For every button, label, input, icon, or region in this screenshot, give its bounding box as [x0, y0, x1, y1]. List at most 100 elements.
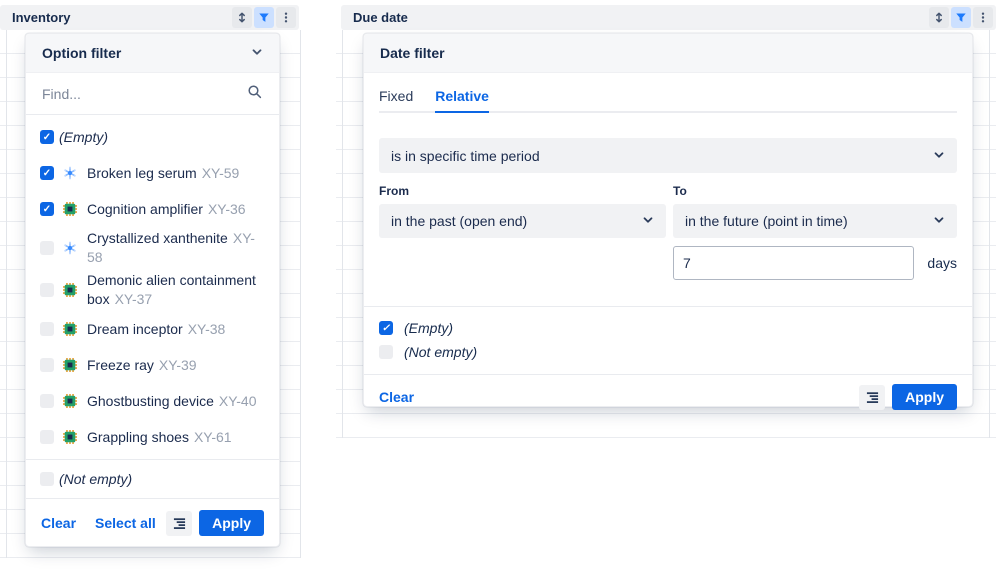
to-label: To	[673, 184, 957, 198]
option-label: Crystallized xanthenite	[87, 230, 228, 246]
filter-button-active[interactable]	[951, 7, 971, 28]
option-checkbox[interactable]	[40, 166, 54, 180]
find-search-row	[26, 73, 279, 115]
inventory-column-header[interactable]: Inventory	[0, 5, 299, 30]
filter-option-row[interactable]: Grappling shoes XY-61	[26, 419, 279, 455]
option-key: XY-36	[208, 201, 246, 217]
not-empty-row[interactable]: (Not empty)	[26, 460, 279, 498]
filter-list-button[interactable]	[859, 385, 885, 410]
option-key: XY-40	[219, 393, 257, 409]
option-key: XY-59	[202, 165, 240, 181]
option-checkbox[interactable]	[40, 394, 54, 408]
grid-column-line	[342, 30, 343, 438]
kebab-menu-icon	[977, 11, 989, 24]
inventory-column-title: Inventory	[12, 10, 71, 25]
option-label: Dream inceptor	[87, 321, 183, 337]
option-label: Cognition amplifier	[87, 201, 203, 217]
option-checkbox[interactable]	[40, 472, 54, 486]
chip-icon	[63, 358, 77, 372]
empty-label: (Empty)	[404, 320, 453, 336]
option-label: (Not empty)	[59, 471, 132, 487]
period-select-value: is in specific time period	[391, 148, 540, 164]
filter-option-row[interactable]: Broken leg serum XY-59	[26, 155, 279, 191]
from-select[interactable]: in the past (open end)	[379, 204, 666, 238]
option-filter-header[interactable]: Option filter	[26, 34, 279, 73]
to-select[interactable]: in the future (point in time)	[673, 204, 957, 238]
chevron-down-icon	[642, 213, 654, 229]
days-amount-input[interactable]	[673, 246, 914, 280]
option-key: XY-39	[159, 357, 197, 373]
filter-option-row[interactable]: (Empty)	[26, 119, 279, 155]
column-menu-button[interactable]	[276, 7, 296, 28]
empty-checkbox[interactable]	[379, 321, 393, 335]
sort-button[interactable]	[929, 7, 949, 28]
not-empty-label: (Not empty)	[404, 344, 477, 360]
select-all-button[interactable]: Select all	[95, 515, 156, 531]
not-empty-row[interactable]: (Not empty)	[379, 340, 957, 364]
filter-option-row[interactable]: Demonic alien containment boxXY-37	[26, 269, 279, 311]
option-checkbox[interactable]	[40, 202, 54, 216]
option-filter-popup: Option filter (Empty) Broken leg serum XY…	[25, 33, 280, 547]
due-date-column-header[interactable]: Due date	[341, 5, 996, 30]
filter-option-row[interactable]: Dream inceptorXY-38	[26, 311, 279, 347]
option-checkbox[interactable]	[40, 322, 54, 336]
option-checkbox[interactable]	[40, 241, 54, 255]
sort-button[interactable]	[232, 7, 252, 28]
filter-option-row[interactable]: Ghostbusting device XY-40	[26, 383, 279, 419]
date-filter-header: Date filter	[364, 34, 972, 73]
option-list: (Empty) Broken leg serum XY-59 Cognition …	[26, 115, 279, 459]
apply-button[interactable]: Apply	[892, 384, 957, 410]
option-label: Freeze ray	[87, 357, 154, 373]
option-label: (Empty)	[59, 129, 108, 145]
from-label: From	[379, 184, 666, 198]
sort-updown-icon	[933, 11, 945, 24]
option-label: Broken leg serum	[87, 165, 197, 181]
filter-list-button[interactable]	[166, 511, 192, 536]
chip-icon	[63, 283, 77, 297]
option-label: Demonic alien containment box	[87, 272, 256, 307]
chip-icon	[63, 430, 77, 444]
due-date-column-title: Due date	[353, 10, 408, 25]
clear-button[interactable]: Clear	[41, 515, 76, 531]
sort-updown-icon	[236, 11, 248, 24]
filter-button-active[interactable]	[254, 7, 274, 28]
option-checkbox[interactable]	[40, 283, 54, 297]
filter-funnel-icon	[955, 12, 967, 24]
filter-option-row[interactable]: Cognition amplifier XY-36	[26, 191, 279, 227]
option-checkbox[interactable]	[40, 130, 54, 144]
option-checkbox[interactable]	[40, 358, 54, 372]
option-label: Ghostbusting device	[87, 393, 214, 409]
apply-button[interactable]: Apply	[199, 510, 264, 536]
option-key: XY-61	[194, 429, 232, 445]
date-filter-tabs: Fixed Relative	[379, 88, 957, 113]
tab-fixed[interactable]: Fixed	[379, 88, 413, 113]
clear-button[interactable]: Clear	[379, 389, 414, 405]
atom-icon	[63, 166, 77, 180]
filter-option-row[interactable]: Freeze ray XY-39	[26, 347, 279, 383]
density-lines-icon	[173, 517, 186, 530]
chevron-down-icon	[251, 45, 263, 61]
chevron-down-icon	[933, 148, 945, 164]
date-filter-footer: Clear Apply	[364, 375, 972, 419]
grid-column-line	[989, 30, 990, 438]
grid-column-line	[6, 30, 7, 558]
chevron-down-icon	[933, 213, 945, 229]
option-label: Grappling shoes	[87, 429, 189, 445]
empty-row[interactable]: (Empty)	[379, 316, 957, 340]
grid-column-line	[300, 30, 301, 558]
tab-relative[interactable]: Relative	[435, 88, 489, 113]
date-filter-popup: Date filter Fixed Relative is in specifi…	[363, 33, 973, 407]
from-select-value: in the past (open end)	[391, 213, 527, 229]
kebab-menu-icon	[280, 11, 292, 24]
option-key: XY-37	[115, 291, 153, 307]
column-menu-button[interactable]	[973, 7, 993, 28]
find-input[interactable]	[42, 86, 247, 102]
not-empty-checkbox[interactable]	[379, 345, 393, 359]
atom-icon	[63, 241, 77, 255]
filter-option-row[interactable]: Crystallized xantheniteXY-58	[26, 227, 279, 269]
option-checkbox[interactable]	[40, 430, 54, 444]
option-filter-title: Option filter	[42, 45, 121, 61]
chip-icon	[63, 202, 77, 216]
period-select[interactable]: is in specific time period	[379, 138, 957, 173]
chip-icon	[63, 394, 77, 408]
